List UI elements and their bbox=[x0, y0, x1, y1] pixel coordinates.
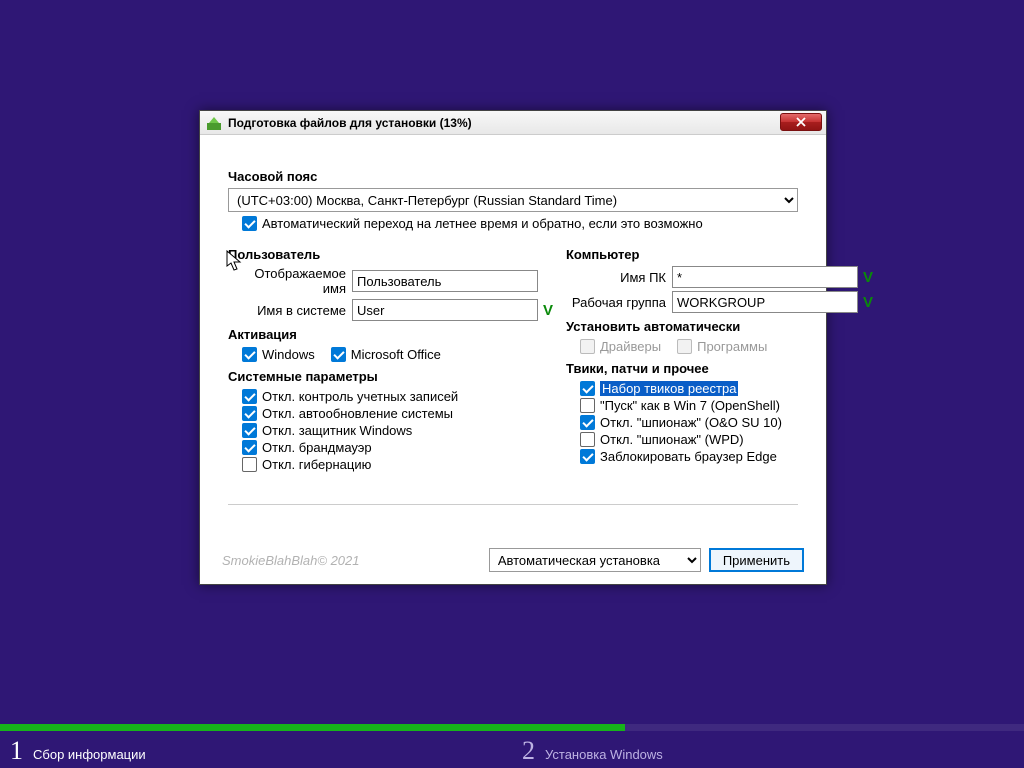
valid-icon: V bbox=[858, 269, 878, 286]
dst-label: Автоматический переход на летнее время и… bbox=[262, 216, 703, 231]
drivers-checkbox bbox=[580, 339, 595, 354]
pcname-label: Имя ПК bbox=[566, 270, 672, 285]
autoinstall-section-title: Установить автоматически bbox=[566, 319, 878, 334]
computer-section-title: Компьютер bbox=[566, 247, 878, 262]
dialog-footer: SmokieBlahBlah© 2021 Автоматическая уста… bbox=[200, 536, 826, 584]
window-title: Подготовка файлов для установки (13%) bbox=[228, 116, 472, 130]
progress-steps: 1Сбор информации 2Установка Windows bbox=[0, 724, 1024, 768]
titlebar: Подготовка файлов для установки (13%) bbox=[200, 111, 826, 135]
edge-block-checkbox[interactable] bbox=[580, 449, 595, 464]
step-1-label: Сбор информации bbox=[33, 747, 146, 762]
spy-wpd-checkbox[interactable] bbox=[580, 432, 595, 447]
close-button[interactable] bbox=[780, 113, 822, 131]
copyright-text: SmokieBlahBlah© 2021 bbox=[222, 553, 360, 568]
uac-checkbox[interactable] bbox=[242, 389, 257, 404]
timezone-section-title: Часовой пояс bbox=[228, 169, 798, 184]
pcname-input[interactable] bbox=[672, 266, 858, 288]
activate-windows-checkbox[interactable] bbox=[242, 347, 257, 362]
tweaks-section-title: Твики, патчи и прочее bbox=[566, 361, 878, 376]
programs-checkbox bbox=[677, 339, 692, 354]
sysparams-section-title: Системные параметры bbox=[228, 369, 558, 384]
dialog-content: Часовой пояс (UTC+03:00) Москва, Санкт-П… bbox=[200, 135, 826, 517]
apply-button[interactable]: Применить bbox=[709, 548, 804, 572]
step-1: 1Сбор информации bbox=[0, 724, 512, 768]
activate-office-checkbox[interactable] bbox=[331, 347, 346, 362]
defender-checkbox[interactable] bbox=[242, 423, 257, 438]
install-mode-select[interactable]: Автоматическая установка bbox=[489, 548, 701, 572]
openshell-checkbox[interactable] bbox=[580, 398, 595, 413]
display-name-input[interactable] bbox=[352, 270, 538, 292]
workgroup-label: Рабочая группа bbox=[566, 295, 672, 310]
display-name-label: Отображаемое имя bbox=[228, 266, 352, 296]
timezone-select[interactable]: (UTC+03:00) Москва, Санкт-Петербург (Rus… bbox=[228, 188, 798, 212]
system-name-label: Имя в системе bbox=[228, 303, 352, 318]
divider bbox=[228, 504, 798, 505]
app-icon bbox=[206, 115, 222, 131]
autoupdate-checkbox[interactable] bbox=[242, 406, 257, 421]
spy-oo-checkbox[interactable] bbox=[580, 415, 595, 430]
activation-section-title: Активация bbox=[228, 327, 558, 342]
registry-tweaks-checkbox[interactable] bbox=[580, 381, 595, 396]
tweaks-list: Набор твиков реестра "Пуск" как в Win 7 … bbox=[566, 380, 878, 482]
step-2: 2Установка Windows bbox=[512, 724, 1024, 768]
dst-checkbox[interactable] bbox=[242, 216, 257, 231]
firewall-checkbox[interactable] bbox=[242, 440, 257, 455]
user-section-title: Пользователь bbox=[228, 247, 558, 262]
installer-dialog: Подготовка файлов для установки (13%) Ча… bbox=[199, 110, 827, 585]
valid-icon: V bbox=[538, 302, 558, 319]
valid-icon: V bbox=[858, 294, 878, 311]
workgroup-input[interactable] bbox=[672, 291, 858, 313]
system-name-input[interactable] bbox=[352, 299, 538, 321]
sysparams-list: Откл. контроль учетных записей Откл. авт… bbox=[228, 388, 558, 490]
hibernate-checkbox[interactable] bbox=[242, 457, 257, 472]
step-2-label: Установка Windows bbox=[545, 747, 663, 762]
